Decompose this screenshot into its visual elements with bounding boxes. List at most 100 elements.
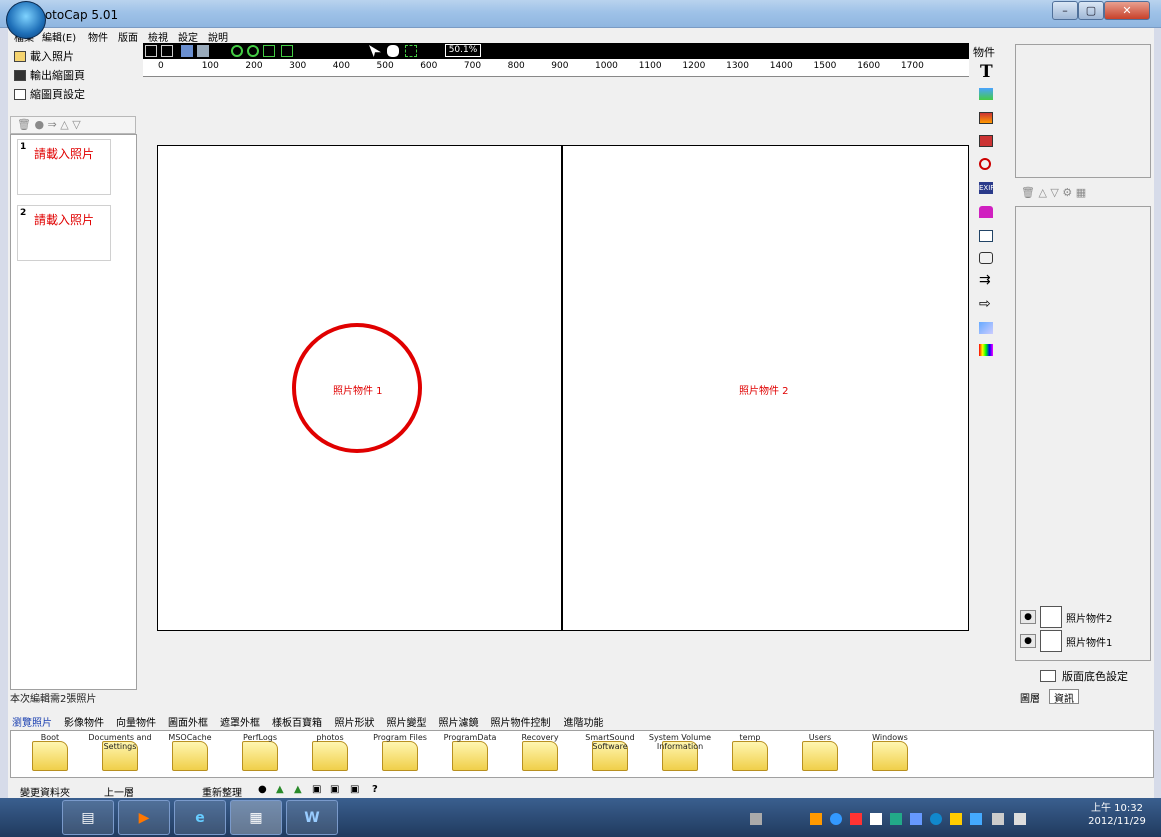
photo-slot-1[interactable]: 1 請載入照片 [17,139,111,195]
tray-app-icon-2[interactable] [830,813,842,825]
maximize-button[interactable]: ▢ [1078,1,1104,20]
cake-icon[interactable] [979,206,993,218]
folder-item[interactable]: Recovery [505,733,575,777]
network-tray-icon[interactable] [992,813,1004,825]
layer-row-1[interactable]: ● 照片物件1 [1020,630,1150,652]
bottom-tab[interactable]: 照片物件控制 [491,714,551,729]
minimize-button[interactable]: – [1052,1,1078,20]
photo-slot-2[interactable]: 2 請載入照片 [17,205,111,261]
zoom-out-icon[interactable] [247,45,259,57]
refresh-button[interactable]: 重新整理 [202,784,242,799]
arrow-shape-icon[interactable]: ⇨ [979,296,991,312]
undo-icon[interactable] [145,45,157,57]
view-mode-2-icon[interactable]: ▣ [330,784,339,795]
folder-item[interactable]: Documents and Settings [85,733,155,777]
marquee-icon[interactable] [405,45,417,57]
select-arrow-icon[interactable] [369,45,381,57]
help-button[interactable]: ? [372,784,378,795]
actual-size-icon[interactable] [281,45,293,57]
menu-view[interactable]: 檢視 [148,29,168,44]
bottom-tab[interactable]: 影像物件 [64,714,104,729]
thumbnail-settings-button[interactable]: 縮圖頁設定 [14,86,85,102]
background-color-checkbox[interactable] [1040,670,1056,682]
tray-app-icon-3[interactable] [850,813,862,825]
explorer-taskbar-icon[interactable]: ▤ [62,800,114,835]
folder-item[interactable]: Program Files [365,733,435,777]
media-player-taskbar-icon[interactable]: ▶ [118,800,170,835]
export-thumbnail-button[interactable]: 輸出縮圖頁 [14,67,85,83]
image-object-icon[interactable] [979,88,993,100]
flag-tray-icon[interactable] [970,813,982,825]
tab-info[interactable]: 資訊 [1049,689,1079,705]
up-level-button[interactable]: 上一層 [104,784,134,799]
speech-bubble-icon[interactable] [979,252,993,264]
tray-app-icon-5[interactable] [890,813,902,825]
tray-app-icon-4[interactable] [870,813,882,825]
bottom-tab[interactable]: 遮罩外框 [220,714,260,729]
bottom-tab[interactable]: 進階功能 [564,714,604,729]
mosaic-icon[interactable] [979,344,993,356]
bottom-tab[interactable]: 照片濾鏡 [439,714,479,729]
bottom-tab[interactable]: 照片形狀 [335,714,375,729]
load-photos-button[interactable]: 載入照片 [14,48,74,64]
folder-item[interactable]: SmartSound Software [575,733,645,777]
tray-app-icon-6[interactable] [910,813,922,825]
bottom-tab[interactable]: 樣板百寶箱 [272,714,322,729]
photo-frame-icon[interactable] [979,112,993,124]
layer-toolbar[interactable]: 🗑 △ ▽ ⚙ ▦ [1015,186,1151,204]
copy-icon[interactable] [181,45,193,57]
folder-item[interactable]: Windows [855,733,925,777]
bottom-tab[interactable]: 照片變型 [387,714,427,729]
photocap-taskbar-icon[interactable]: ▦ [230,800,282,835]
view-mode-1-icon[interactable]: ▣ [312,784,321,795]
folder-item[interactable]: temp [715,733,785,777]
volume-tray-icon[interactable] [1014,813,1026,825]
redo-icon[interactable] [161,45,173,57]
background-color-setting[interactable]: 版面底色設定 [1040,668,1128,684]
fit-page-icon[interactable] [263,45,275,57]
change-folder-button[interactable]: 變更資料夾 [20,784,70,799]
folder-item[interactable]: Users [785,733,855,777]
folder-item[interactable]: PerfLogs [225,733,295,777]
eye-icon[interactable]: ● [1020,610,1036,624]
tab-layers[interactable]: 圖層 [1015,689,1045,705]
tray-app-icon-8[interactable] [950,813,962,825]
ie-taskbar-icon[interactable]: e [174,800,226,835]
exif-icon[interactable]: EXIF [979,182,994,194]
menu-layout[interactable]: 版面 [118,29,138,44]
hand-pan-icon[interactable] [387,45,399,57]
layers-object-icon[interactable] [979,135,993,147]
view-eye-icon[interactable]: ● [258,784,267,795]
word-taskbar-icon[interactable]: W [286,800,338,835]
folder-item[interactable]: System Volume Information [645,733,715,777]
folder-item[interactable]: ProgramData [435,733,505,777]
line-arrow-icon[interactable]: ⇉ [979,272,991,288]
menu-object[interactable]: 物件 [88,29,108,44]
start-button[interactable] [6,1,46,39]
star-shape-icon[interactable] [979,322,993,334]
text-tool-icon[interactable]: T [980,62,993,82]
bottom-tab[interactable]: 圖面外框 [168,714,208,729]
view-mode-3-icon[interactable]: ▣ [350,784,359,795]
paste-icon[interactable] [197,45,209,57]
clock-icon[interactable] [979,158,991,170]
menu-settings[interactable]: 設定 [178,29,198,44]
menu-help[interactable]: 說明 [208,29,228,44]
close-button[interactable]: ✕ [1104,1,1150,20]
photo-object-2-label[interactable]: 照片物件 2 [739,382,789,397]
keyboard-tray-icon[interactable] [750,813,762,825]
layer-row-2[interactable]: ● 照片物件2 [1020,606,1150,628]
calendar-icon[interactable] [979,230,993,242]
tray-app-icon-1[interactable] [810,813,822,825]
folder-item[interactable]: MSOCache [155,733,225,777]
layout-page[interactable] [157,145,969,631]
folder-item[interactable]: Boot [15,733,85,777]
tray-app-icon-7[interactable] [930,813,942,825]
eye-icon[interactable]: ● [1020,634,1036,648]
zoom-in-icon[interactable] [231,45,243,57]
left-panel-toolbar[interactable]: 🗑 ● ⇒ △ ▽ [10,116,136,134]
menu-edit[interactable]: 編輯(E) [42,29,76,44]
thumbnail-small-icon[interactable]: ▲ [276,784,284,795]
bottom-tab[interactable]: 瀏覽照片 [12,714,52,729]
system-clock[interactable]: 上午 10:32 2012/11/29 [1082,802,1152,828]
